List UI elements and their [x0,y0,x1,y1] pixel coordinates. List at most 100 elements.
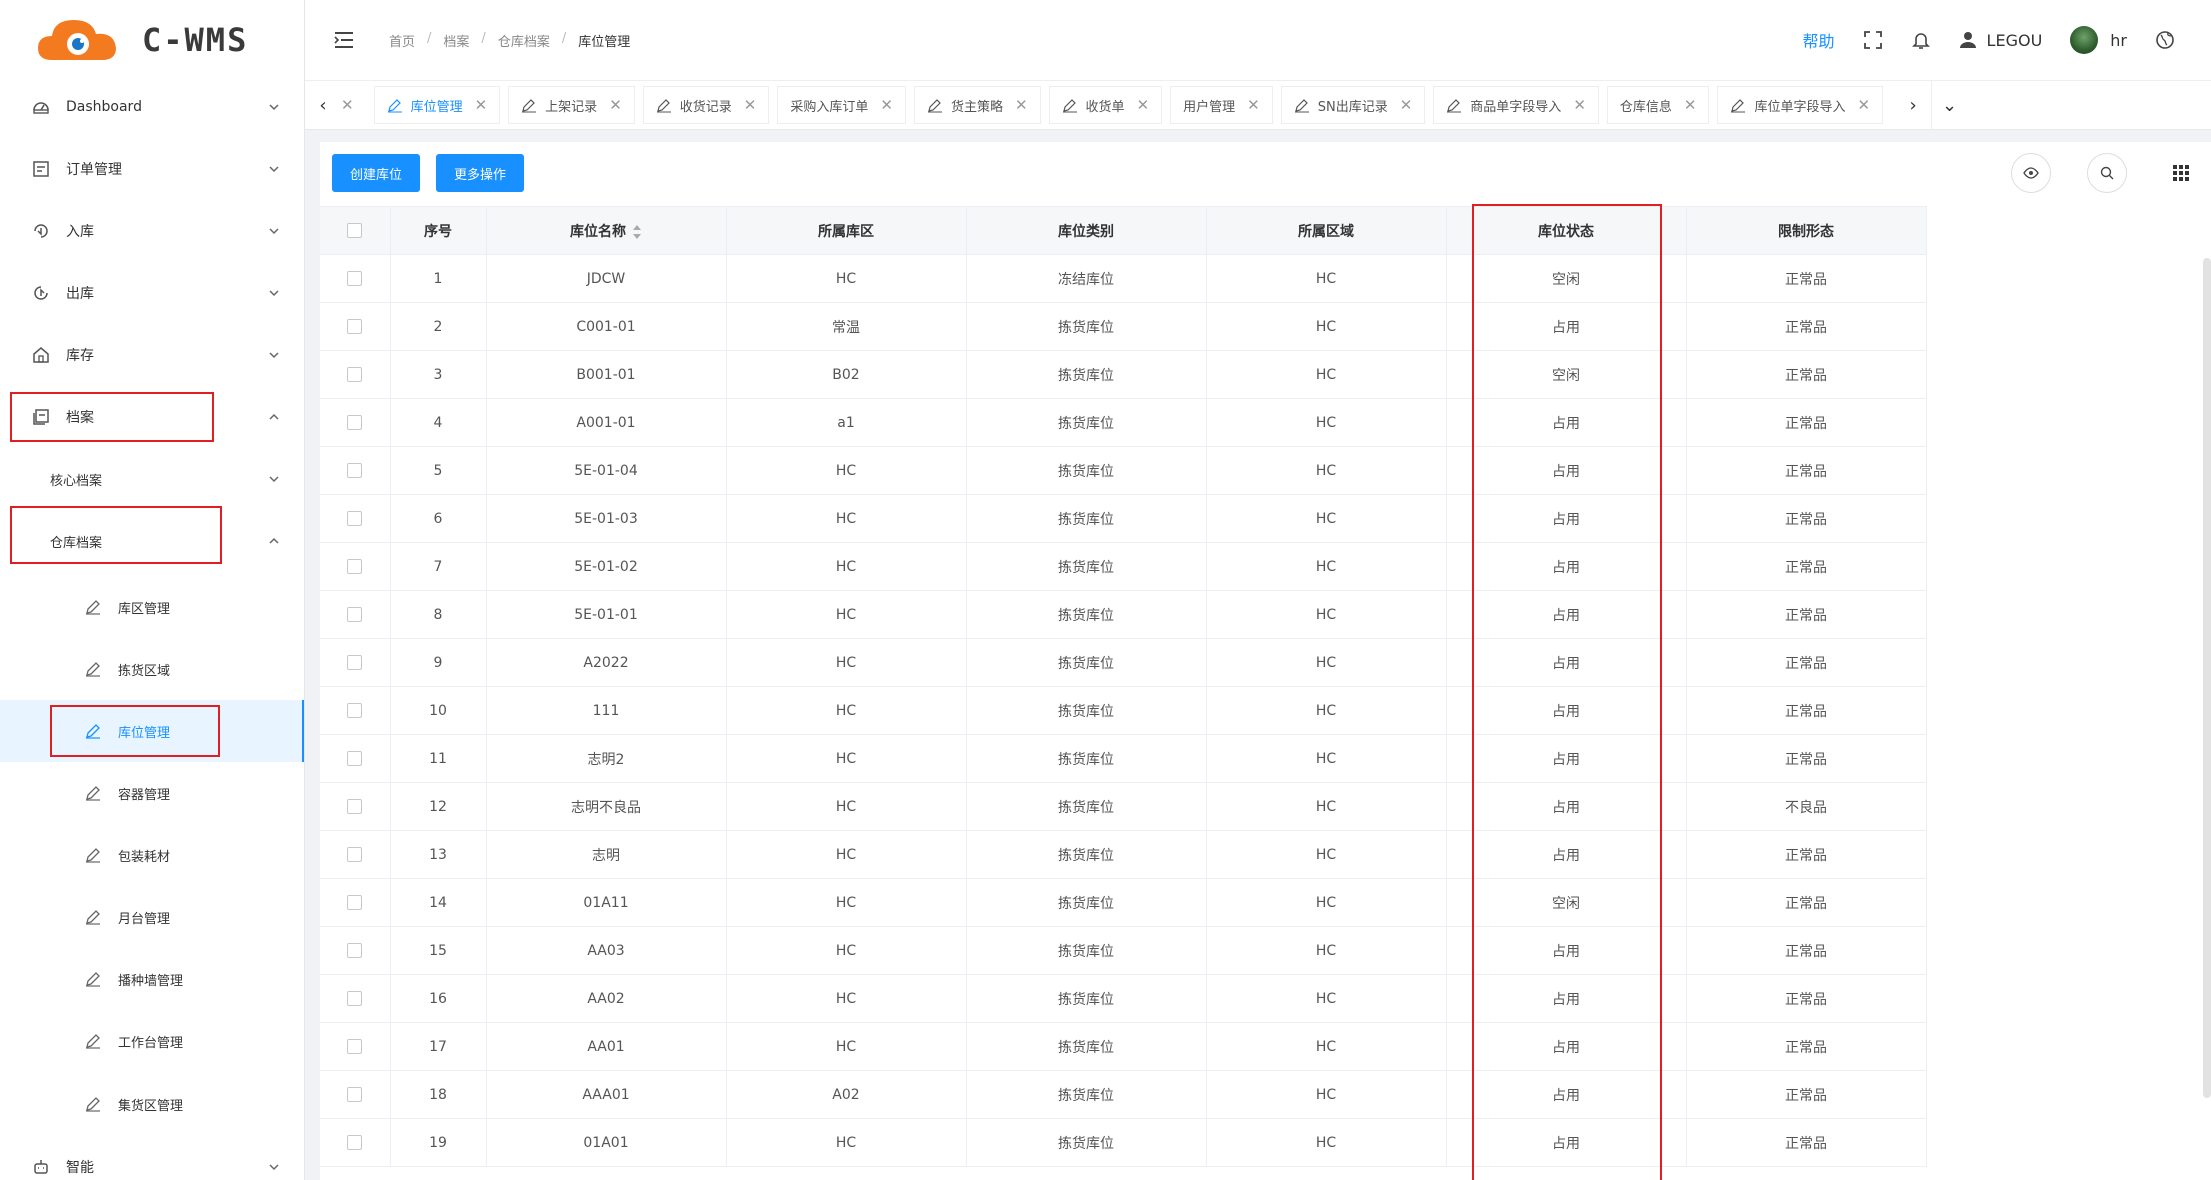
table-row[interactable]: 11 志明2 HC 拣货库位 HC 占用 正常品 [320,734,1927,783]
table-row[interactable]: 6 5E-01-03 HC 拣货库位 HC 占用 正常品 [320,494,1927,543]
table-row[interactable]: 5 5E-01-04 HC 拣货库位 HC 占用 正常品 [320,446,1927,495]
table-row[interactable]: 13 志明 HC 拣货库位 HC 占用 正常品 [320,830,1927,879]
table-row[interactable]: 2 C001-01 常温 拣货库位 HC 占用 正常品 [320,302,1927,351]
sidebar-item-archive[interactable]: 档案 [0,386,304,448]
row-checkbox[interactable] [320,830,391,879]
column-visibility-button[interactable] [2011,153,2051,193]
tab-scroll-right[interactable]: › [1895,80,1931,130]
menu-toggle-icon[interactable] [333,29,355,51]
column-header-sortable[interactable]: 库位名称 [486,206,727,255]
sidebar-item-dashboard[interactable]: Dashboard [0,76,304,138]
select-all-checkbox[interactable] [320,206,391,255]
sidebar-item-smart[interactable]: 智能 [0,1136,304,1180]
close-icon[interactable]: ✕ [1858,96,1871,114]
row-checkbox[interactable] [320,590,391,639]
breadcrumb-item[interactable]: 首页 [389,31,415,50]
breadcrumb-item[interactable]: 档案 [443,31,469,50]
help-link[interactable]: 帮助 [1803,28,1835,52]
table-row[interactable]: 18 AAA01 A02 拣货库位 HC 占用 正常品 [320,1070,1927,1119]
row-checkbox[interactable] [320,782,391,831]
org-switcher[interactable]: LEGOU [1959,31,2042,50]
tab-item[interactable]: 上架记录 ✕ [508,86,635,124]
user-menu[interactable]: hr [2070,26,2127,54]
tab-item[interactable]: 收货记录 ✕ [642,86,770,124]
table-row[interactable]: 10 111 HC 拣货库位 HC 占用 正常品 [320,686,1927,735]
sort-icon[interactable] [632,224,642,240]
row-checkbox[interactable] [320,974,391,1023]
sidebar-item-workstation[interactable]: 工作台管理 [0,1010,304,1072]
table-row[interactable]: 19 01A01 HC 拣货库位 HC 占用 正常品 [320,1118,1927,1167]
close-icon[interactable]: ✕ [609,96,622,114]
create-location-button[interactable]: 创建库位 [332,154,421,192]
row-checkbox[interactable] [320,398,391,447]
search-button[interactable] [2087,153,2127,193]
table-row[interactable]: 14 01A11 HC 拣货库位 HC 空闲 正常品 [320,878,1927,927]
row-checkbox[interactable] [320,926,391,975]
close-icon[interactable]: ✕ [1015,96,1028,114]
breadcrumb-item[interactable]: 仓库档案 [498,31,550,50]
tab-item[interactable]: 用户管理 ✕ [1170,86,1273,124]
table-row[interactable]: 15 AA03 HC 拣货库位 HC 占用 正常品 [320,926,1927,975]
tab-menu-chevron[interactable]: ⌄ [1931,80,1967,130]
sidebar-item-picking-area[interactable]: 拣货区域 [0,638,304,700]
bell-icon[interactable] [1911,30,1931,50]
close-icon[interactable]: ✕ [880,96,893,114]
tab-item[interactable]: 收货单 ✕ [1048,86,1163,124]
sidebar-item-inventory[interactable]: 库存 [0,324,304,386]
tab-item[interactable]: 商品单字段导入 ✕ [1433,86,1599,124]
row-checkbox[interactable] [320,542,391,591]
close-icon[interactable]: ✕ [744,96,757,114]
tab-item[interactable]: 库位管理 ✕ [373,86,501,124]
row-checkbox[interactable] [320,494,391,543]
close-icon[interactable]: ✕ [1137,96,1150,114]
sidebar-item-warehouse-archive[interactable]: 仓库档案 [0,510,304,572]
row-checkbox[interactable] [320,1022,391,1071]
row-checkbox[interactable] [320,878,391,927]
row-checkbox[interactable] [320,446,391,495]
row-checkbox[interactable] [320,254,391,303]
sidebar-item-zone-management[interactable]: 库区管理 [0,576,304,638]
logo[interactable]: C-WMS [0,0,304,80]
row-checkbox[interactable] [320,1118,391,1167]
table-row[interactable]: 8 5E-01-01 HC 拣货库位 HC 占用 正常品 [320,590,1927,639]
sidebar-item-location-management[interactable]: 库位管理 [0,700,304,762]
tab-item[interactable]: 采购入库订单 ✕ [777,86,906,124]
row-checkbox[interactable] [320,734,391,783]
close-icon[interactable]: ✕ [475,96,488,114]
close-icon[interactable]: ✕ [1573,96,1586,114]
sidebar-item-outbound[interactable]: 出库 [0,262,304,324]
tab-item[interactable]: 库位单字段导入 ✕ [1717,86,1884,124]
row-checkbox[interactable] [320,686,391,735]
tab-item[interactable]: 货主策略 ✕ [913,86,1041,124]
tab-scroll-left[interactable]: ‹ [305,80,341,130]
table-row[interactable]: 4 A001-01 a1 拣货库位 HC 占用 正常品 [320,398,1927,447]
more-actions-button[interactable]: 更多操作 [436,154,525,192]
sidebar-item-container-management[interactable]: 容器管理 [0,762,304,824]
sidebar-item-inbound[interactable]: 入库 [0,200,304,262]
sidebar-item-sorting-wall[interactable]: 播种墙管理 [0,948,304,1010]
row-checkbox[interactable] [320,638,391,687]
table-row[interactable]: 16 AA02 HC 拣货库位 HC 占用 正常品 [320,974,1927,1023]
row-checkbox[interactable] [320,350,391,399]
sidebar-item-core-archive[interactable]: 核心档案 [0,448,304,510]
sidebar-item-dock-management[interactable]: 月台管理 [0,886,304,948]
table-row[interactable]: 12 志明不良品 HC 拣货库位 HC 占用 不良品 [320,782,1927,831]
close-icon[interactable]: ✕ [1684,96,1697,114]
close-icon[interactable]: ✕ [1400,96,1413,114]
sidebar-item-packaging[interactable]: 包装耗材 [0,824,304,886]
tab-item[interactable]: SN出库记录 ✕ [1280,86,1426,124]
table-row[interactable]: 1 JDCW HC 冻结库位 HC 空闲 正常品 [320,254,1927,303]
fullscreen-icon[interactable] [1863,30,1883,50]
close-icon[interactable]: ✕ [1247,96,1260,114]
sidebar-item-staging-area[interactable]: 集货区管理 [0,1073,304,1135]
row-checkbox[interactable] [320,302,391,351]
table-row[interactable]: 9 A2022 HC 拣货库位 HC 占用 正常品 [320,638,1927,687]
sidebar-item-orders[interactable]: 订单管理 [0,138,304,200]
table-row[interactable]: 17 AA01 HC 拣货库位 HC 占用 正常品 [320,1022,1927,1071]
row-checkbox[interactable] [320,1070,391,1119]
tab-item[interactable]: 仓库信息 ✕ [1606,86,1710,124]
globe-icon[interactable] [2155,30,2175,50]
vertical-scrollbar[interactable] [2203,258,2211,1098]
table-row[interactable]: 7 5E-01-02 HC 拣货库位 HC 占用 正常品 [320,542,1927,591]
grid-menu-button[interactable] [2161,153,2201,193]
